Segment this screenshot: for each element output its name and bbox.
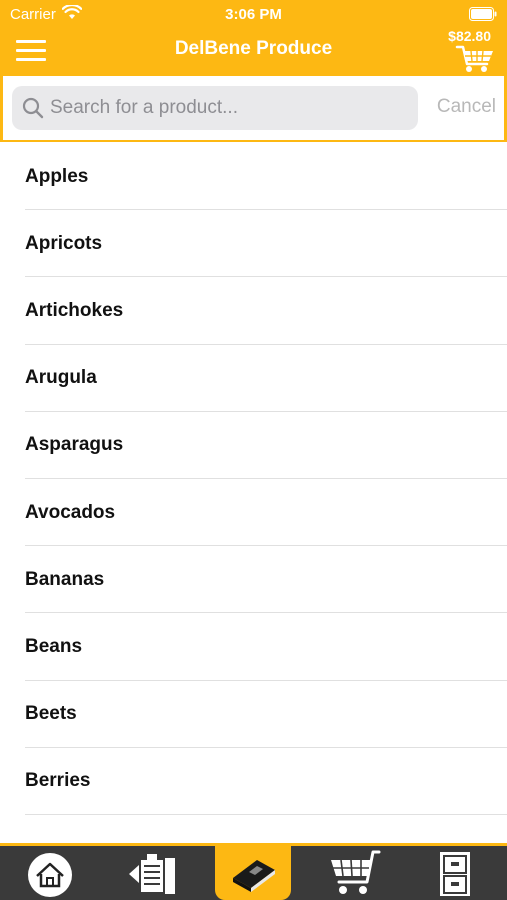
status-bar: Carrier 3:06 PM	[0, 0, 507, 28]
status-time: 3:06 PM	[225, 6, 282, 23]
tab-bar	[0, 843, 507, 900]
nav-bar: DelBene Produce $82.80	[0, 28, 507, 76]
product-label: Beans	[25, 635, 83, 657]
cancel-button[interactable]: Cancel	[437, 96, 496, 118]
list-item[interactable]: Artichokes	[0, 277, 507, 345]
list-item[interactable]: Bananas	[0, 546, 507, 614]
list-item[interactable]: Beans	[0, 613, 507, 681]
list-item[interactable]: Berries	[0, 748, 507, 816]
cart-icon	[331, 850, 381, 894]
product-label: Beets	[25, 703, 77, 725]
tab-orders[interactable]	[105, 846, 205, 900]
catalog-book-icon	[233, 860, 275, 892]
cart-total[interactable]: $82.80	[448, 28, 491, 44]
product-label: Apricots	[25, 232, 103, 254]
product-label: Berries	[25, 770, 91, 792]
list-item[interactable]: Beets	[0, 681, 507, 748]
list-item[interactable]: Apples	[0, 143, 507, 211]
product-label: Arugula	[25, 367, 97, 389]
search-box[interactable]	[12, 86, 418, 130]
tab-catalog[interactable]	[215, 846, 291, 900]
battery-icon	[469, 7, 497, 21]
product-label: Artichokes	[25, 299, 124, 321]
product-label: Asparagus	[25, 434, 124, 456]
list-item[interactable]: Avocados	[0, 479, 507, 547]
page-title: DelBene Produce	[174, 38, 333, 59]
list-item[interactable]: Apricots	[0, 210, 507, 278]
order-list-icon	[129, 854, 175, 894]
search-icon	[22, 97, 44, 119]
search-area: Cancel	[0, 76, 507, 142]
product-label: Apples	[25, 165, 89, 187]
product-label: Bananas	[25, 568, 105, 590]
tab-home[interactable]	[0, 846, 100, 900]
list-item[interactable]: Arugula	[0, 345, 507, 412]
home-icon	[28, 853, 72, 897]
tab-cart[interactable]	[305, 846, 405, 900]
product-list: Apples Apricots Artichokes Arugula Aspar…	[0, 143, 507, 843]
list-item[interactable]: Asparagus	[0, 412, 507, 480]
app-screen: Carrier 3:06 PM DelBene Produce $82.80 S…	[0, 0, 507, 900]
shopping-cart-icon[interactable]	[455, 44, 495, 74]
product-label: Avocados	[25, 501, 116, 523]
search-input[interactable]	[50, 86, 410, 130]
tab-cabinet[interactable]	[410, 846, 507, 900]
cabinet-icon	[440, 852, 470, 896]
